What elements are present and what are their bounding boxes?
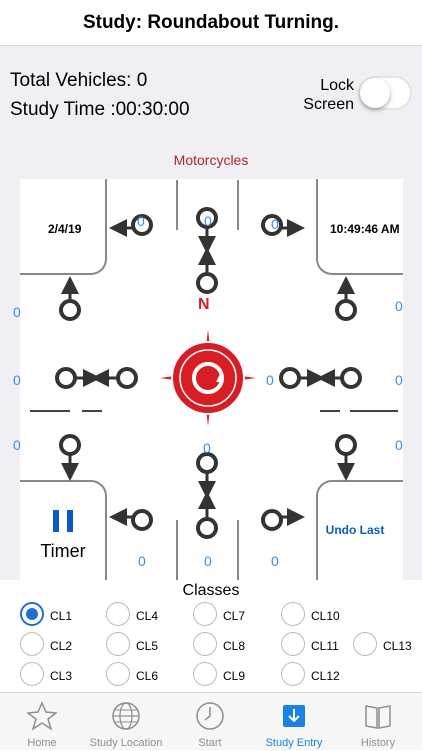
star-icon <box>26 701 58 731</box>
road-line <box>176 520 178 580</box>
count-bottom-left: 0 <box>138 553 146 569</box>
count-bottom-mid: 0 <box>204 553 212 569</box>
radio-cl10[interactable] <box>281 602 305 626</box>
count-right-bot: 0 <box>395 437 403 453</box>
count-left-bot: 0 <box>13 437 21 453</box>
tab-history[interactable]: History <box>336 693 420 751</box>
study-time: Study Time :00:30:00 <box>10 99 190 120</box>
compass-north: N <box>198 296 210 313</box>
classes-title: Classes <box>0 582 422 600</box>
count-top-left: 0 <box>137 213 145 229</box>
count-center-bottom: 0 <box>203 440 211 456</box>
compass-icon <box>160 330 256 426</box>
radio-label: CL6 <box>136 669 159 683</box>
radio-label: CL13 <box>383 639 412 653</box>
radio-cl3[interactable] <box>20 662 44 686</box>
radio-cl4[interactable] <box>106 602 130 626</box>
radio-label: CL7 <box>223 609 246 623</box>
tab-home[interactable]: Home <box>0 693 84 751</box>
globe-icon <box>112 702 140 730</box>
radio-label: CL2 <box>50 639 73 653</box>
radio-label: CL8 <box>223 639 246 653</box>
lock-screen-toggle[interactable] <box>358 76 412 110</box>
radio-cl8[interactable] <box>193 632 217 656</box>
count-right-top: 0 <box>395 298 403 314</box>
book-icon <box>365 705 391 729</box>
radio-cl7[interactable] <box>193 602 217 626</box>
clock-icon <box>196 702 224 730</box>
count-right-mid: 0 <box>395 372 403 388</box>
radio-cl2[interactable] <box>20 632 44 656</box>
study-clock: 10:49:46 AM <box>330 222 400 236</box>
tab-start[interactable]: Start <box>168 693 252 751</box>
tab-bar: Home Study Location Start Study Entry Hi… <box>0 692 422 750</box>
tab-study-location[interactable]: Study Location <box>84 693 168 751</box>
vehicle-class-label: Motorcycles <box>173 152 249 168</box>
radio-label: CL3 <box>50 669 73 683</box>
count-center-right: 0 <box>266 372 274 388</box>
radio-cl9[interactable] <box>193 662 217 686</box>
road-line <box>350 410 398 412</box>
lock-screen-label: Lock Screen <box>303 77 354 113</box>
radio-cl5[interactable] <box>106 632 130 656</box>
count-left-mid: 0 <box>13 372 21 388</box>
undo-last-label[interactable]: Undo Last <box>310 523 400 537</box>
radio-label: CL11 <box>311 639 339 653</box>
radio-label: CL4 <box>136 609 159 623</box>
road-line <box>176 180 178 230</box>
road-line <box>82 410 102 412</box>
title-bar: Study: Roundabout Turning. <box>0 0 422 46</box>
radio-cl6[interactable] <box>106 662 130 686</box>
count-left-top: 0 <box>13 304 21 320</box>
count-top-right: 0 <box>271 216 279 232</box>
radio-label: CL12 <box>311 669 340 683</box>
radio-cl1[interactable] <box>20 602 44 626</box>
radio-label: CL10 <box>311 609 340 623</box>
radio-label: CL1 <box>50 609 73 623</box>
road-line <box>30 410 70 412</box>
radio-cl11[interactable] <box>281 632 305 656</box>
download-icon <box>283 705 305 727</box>
road-line <box>237 520 239 580</box>
pause-icon <box>53 510 73 532</box>
radio-cl13[interactable] <box>353 632 377 656</box>
toggle-knob <box>360 78 390 108</box>
radio-cl12[interactable] <box>281 662 305 686</box>
tab-study-entry[interactable]: Study Entry <box>252 693 336 751</box>
radio-label: CL5 <box>136 639 159 653</box>
road-line <box>320 410 340 412</box>
page-title: Study: Roundabout Turning. <box>82 12 340 33</box>
timer-control[interactable]: Timer <box>22 510 104 562</box>
radio-label: CL9 <box>223 669 246 683</box>
total-vehicles: Total Vehicles: 0 <box>10 70 148 91</box>
timer-label: Timer <box>40 541 86 561</box>
road-line <box>237 180 239 230</box>
count-top-mid: 0 <box>204 213 212 229</box>
study-date: 2/4/19 <box>48 222 82 236</box>
count-bottom-right: 0 <box>271 553 279 569</box>
